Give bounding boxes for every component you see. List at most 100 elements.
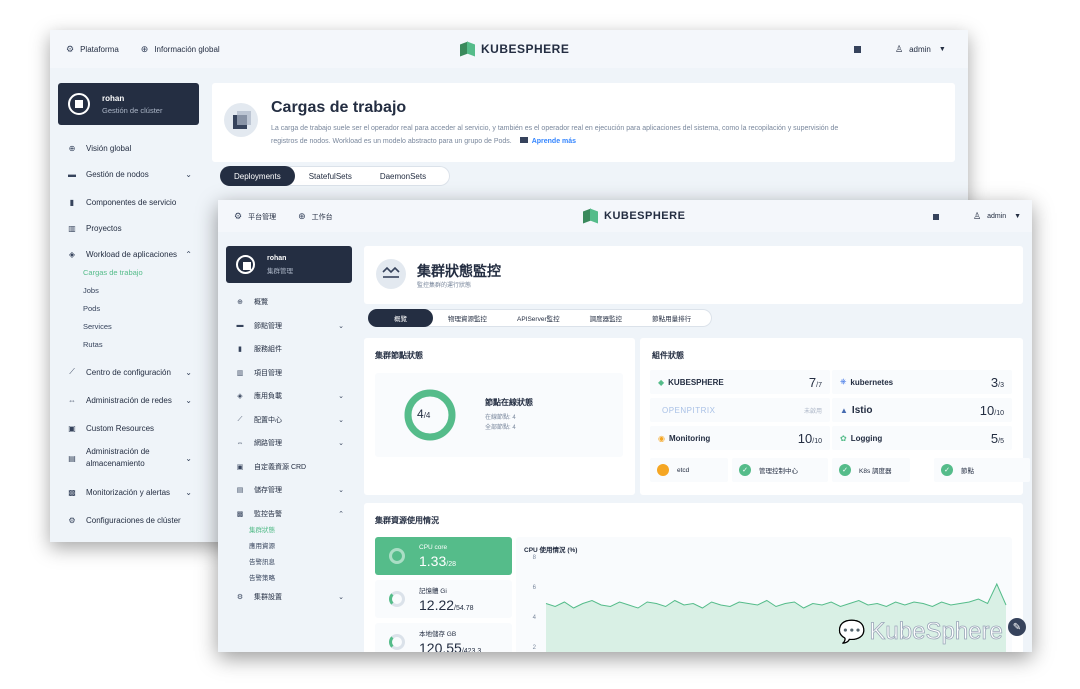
component-count: 3/3 — [990, 374, 1004, 390]
global-info-menu[interactable]: ⊕ Información global — [141, 44, 220, 55]
sidebar-item[interactable]: ▬ 節點管理 ⌄ — [234, 321, 345, 331]
sidebar-item[interactable]: ◈ 應用負載 ⌄ — [234, 391, 344, 401]
crd-icon: ▣ — [68, 423, 76, 433]
sidebar-item-gesti-n-de-nodos[interactable]: ▬ Gestión de nodos ⌄ — [66, 168, 192, 180]
sidebar-item[interactable]: ⟋ 配置中心 ⌄ — [234, 415, 344, 425]
docs-icon[interactable] — [933, 213, 939, 220]
sidebar-item[interactable]: ▩ 監控告警 ⌃ — [234, 509, 344, 519]
gear-icon: ⚙ — [236, 594, 244, 601]
istio-icon: ▲ — [840, 405, 848, 415]
sidebar-subitem[interactable]: Pods — [83, 304, 100, 313]
metric-label: 本地儲存 GB — [419, 631, 457, 638]
sidebar-item-administraci-n-de-almacenamiento[interactable]: ▤ Administración de almacenamiento ⌄ — [66, 446, 192, 470]
sidebar-item-label: Centro de configuración — [86, 367, 171, 377]
gear-icon: ⚙ — [68, 515, 76, 525]
chevron-down-icon: ⌄ — [338, 440, 344, 447]
sidebar-item[interactable]: ▥ 項目管理 — [234, 368, 344, 378]
learn-more-link[interactable]: Aprende más — [532, 138, 576, 145]
kubesphere-icon: ◆ — [658, 377, 665, 387]
components-icon: ▮ — [69, 197, 75, 207]
sidebar-item-label: 節點管理 — [254, 322, 282, 330]
sidebar-item-componentes-de-servicio[interactable]: ▮ Componentes de servicio — [66, 196, 192, 208]
sidebar-subitem[interactable]: 集群狀態 — [249, 524, 275, 534]
docs-icon[interactable] — [854, 46, 861, 53]
monitor-header: 集群狀態監控 監控集群的運行狀態 — [364, 246, 1023, 304]
sidebar-subitem[interactable]: Rutas — [83, 340, 103, 349]
cpu-line — [545, 582, 1007, 609]
tab-deployments[interactable]: Deployments — [220, 166, 295, 186]
resource-metric[interactable]: 本地儲存 GB 120.55/423.3 — [375, 623, 512, 652]
tab-statefulsets[interactable]: StatefulSets — [295, 166, 366, 186]
sidebar-item-centro-de-configuraci-n[interactable]: ⟋ Centro de configuración ⌄ — [66, 366, 192, 378]
resource-metric[interactable]: 記憶體 Gi 12.22/54.78 — [375, 580, 512, 618]
cluster-icon — [68, 93, 90, 115]
monitor-tab[interactable]: 調度器監控 — [575, 309, 638, 327]
tab-daemonsets[interactable]: DaemonSets — [366, 166, 440, 186]
cluster-card[interactable]: rohan Gestión de clúster — [58, 83, 199, 125]
sidebar-item[interactable]: ▣ 自定義資源 CRD — [234, 462, 344, 472]
component-count: 10/10 — [979, 402, 1004, 418]
sidebar-item[interactable]: ▤ 儲存管理 ⌄ — [234, 485, 344, 495]
globe-icon: ⊕ — [298, 211, 306, 221]
sidebar-item[interactable]: ⊕ 概覽 — [234, 297, 344, 307]
chevron-down-icon: ⌄ — [338, 322, 344, 330]
chevron-down-icon: ⌄ — [185, 395, 192, 405]
sidebar-item-visi-n-global[interactable]: ⊕ Visión global — [66, 142, 192, 154]
sidebar-item-administraci-n-de-redes[interactable]: ⇔ Administración de redes ⌄ — [66, 394, 192, 406]
chevron-down-icon: ⌄ — [338, 594, 344, 601]
workbench-menu[interactable]: ⊕ 工作台 — [298, 211, 333, 222]
sidebar-item-label: 應用負載 — [254, 393, 282, 400]
y-tick-label: 2 — [533, 645, 537, 651]
globe-icon: ⊕ — [237, 299, 243, 306]
cluster-card[interactable]: rohan 集群管理 — [226, 246, 352, 283]
monitor-tab[interactable]: 概覽 — [368, 309, 433, 327]
storage-icon: ▤ — [236, 487, 244, 494]
sidebar-subitem[interactable]: Services — [83, 322, 112, 331]
sidebar-subitem[interactable]: Jobs — [83, 286, 99, 295]
y-tick-label: 8 — [533, 555, 537, 561]
sidebar-item-workload-de-aplicaciones[interactable]: ◈ Workload de aplicaciones ⌃ — [66, 248, 192, 260]
chevron-down-icon: ⌄ — [185, 169, 192, 179]
health-check: ✓ K8s 調度器 — [832, 458, 910, 482]
sidebar-item-label: Administración de almacenamiento — [86, 447, 150, 468]
monitor-icon: ▩ — [68, 487, 76, 497]
sidebar-subitem[interactable]: 告警訊息 — [249, 556, 275, 566]
cluster-role: 集群管理 — [267, 267, 293, 275]
components-icon: ▮ — [238, 346, 242, 353]
projects-icon: ▥ — [68, 223, 76, 233]
kubesphere-logo[interactable]: KUBESPHERE — [583, 208, 685, 224]
storage-icon: ▤ — [68, 453, 76, 463]
health-check-label: 節點 — [961, 468, 974, 475]
monitor-tab[interactable]: APIServer監控 — [502, 309, 575, 327]
sidebar-item-proyectos[interactable]: ▥ Proyectos — [66, 222, 192, 234]
crd-icon: ▣ — [236, 463, 244, 471]
platform-menu[interactable]: ⚙ Plataforma — [66, 44, 119, 55]
sidebar-subitem[interactable]: 告警策略 — [249, 572, 275, 582]
sidebar-subitem[interactable]: Cargas de trabajo — [83, 268, 143, 277]
sidebar-item-cluster-settings[interactable]: ⚙ 集群設置 ⌄ — [234, 592, 344, 602]
sidebar-item-label: Administración de redes — [86, 395, 172, 405]
sidebar-item[interactable]: ⇔ 網路管理 ⌄ — [234, 438, 345, 448]
chevron-down-icon: ⌄ — [185, 367, 192, 377]
user-menu[interactable]: ♙ admin ▼ — [933, 211, 1021, 222]
caret-down-icon: ▼ — [1014, 213, 1022, 220]
sidebar-item-configuraciones-de-cl-ster[interactable]: ⚙ Configuraciones de clúster — [66, 514, 192, 526]
sidebar-item-custom-resources[interactable]: ▣ Custom Resources — [66, 422, 192, 434]
component-count: 10/10 — [797, 430, 822, 446]
platform-menu[interactable]: ⚙ 平台管理 — [234, 211, 276, 222]
cluster-icon — [236, 255, 255, 274]
resource-metric[interactable]: CPU core 1.33/28 — [375, 537, 512, 575]
monitor-tab[interactable]: 節點用量排行 — [637, 309, 706, 327]
metric-label: CPU core — [419, 543, 448, 551]
layers-icon: ◈ — [68, 249, 76, 259]
monitor-tab[interactable]: 物理資源監控 — [433, 309, 502, 327]
help-icon[interactable]: ✎ — [1008, 618, 1026, 636]
sidebar-item-monitorizaci-n-y-alertas[interactable]: ▩ Monitorización y alertas ⌄ — [66, 486, 192, 498]
kubesphere-logo[interactable]: KUBESPHERE — [460, 41, 569, 57]
user-menu[interactable]: ♙ admin ▼ — [854, 44, 946, 55]
projects-icon: ▥ — [236, 369, 244, 377]
sidebar-subitem[interactable]: 應用資源 — [249, 540, 275, 550]
chevron-up-icon: ⌃ — [185, 249, 192, 259]
usage-ring-icon — [389, 548, 405, 564]
sidebar-item[interactable]: ▮ 服務組件 — [234, 344, 344, 354]
